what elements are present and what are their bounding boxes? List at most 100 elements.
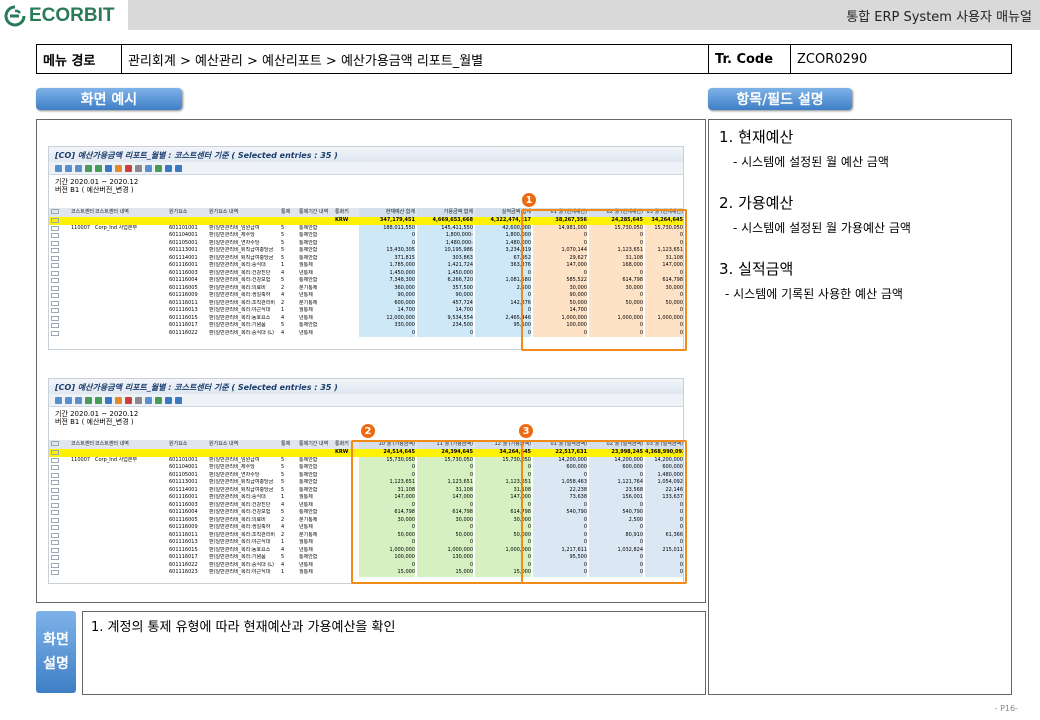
grid-cell[interactable]: 통제기간 내역 [299, 208, 335, 217]
grid-cell[interactable]: 원가요소 내역 [209, 208, 281, 217]
toolbar-icon[interactable] [55, 164, 62, 172]
row-selector[interactable] [51, 480, 59, 485]
grid-cell: 601116009 [169, 292, 198, 298]
grid-cell: 판)일반관리비_복리:야근식대 [209, 539, 271, 545]
period-line: 기간 2020.01 ~ 2020.12 [55, 410, 139, 418]
print-icon[interactable] [135, 396, 142, 404]
row-selector[interactable] [51, 570, 59, 575]
grid-cell: 판)일반관리비_복리:중식대 [209, 494, 266, 500]
grid-cell[interactable]: 현재예산 합계 [359, 208, 415, 217]
layout-icon[interactable] [165, 396, 172, 404]
row-selector[interactable] [51, 285, 59, 291]
row-selector[interactable] [51, 510, 59, 515]
info-icon[interactable] [175, 164, 182, 172]
row-selector[interactable] [51, 525, 59, 530]
sort-icon[interactable] [85, 164, 92, 172]
row-selector[interactable] [51, 293, 59, 298]
toolbar-icon[interactable] [55, 396, 62, 404]
row-selector[interactable] [51, 255, 59, 261]
grid-cell[interactable]: 통제 [281, 440, 297, 449]
row-selector[interactable] [51, 562, 59, 568]
sort-icon[interactable] [95, 164, 102, 172]
filter-icon[interactable] [105, 396, 112, 404]
toolbar-icon[interactable] [75, 396, 82, 404]
subtotal-icon[interactable] [125, 164, 132, 172]
grid-cell: 12,000,000 [359, 314, 415, 322]
toolbar-icon[interactable] [65, 396, 72, 404]
row-selector[interactable] [51, 540, 59, 545]
row-selector[interactable] [51, 225, 59, 231]
grid-cell: 판)일반관리비_복리:건강진단 [209, 269, 271, 276]
grid-cell: 2 [281, 516, 285, 523]
grid-cell: 0 [417, 329, 473, 337]
row-selector[interactable] [51, 441, 59, 446]
subtotal-icon[interactable] [125, 396, 132, 404]
row-selector[interactable] [51, 450, 59, 455]
grid-cell: 판)일반관리비_복리:생일축하 [209, 524, 271, 530]
row-selector[interactable] [51, 517, 59, 523]
grid-cell[interactable]: 통화키 [335, 208, 357, 217]
grid-cell[interactable]: 코스트센터 [71, 208, 95, 217]
row-selector[interactable] [51, 248, 59, 253]
toolbar-icon[interactable] [65, 164, 72, 172]
grid-cell: 판)일반관리비_복리:동호요소 [209, 314, 271, 321]
row-selector[interactable] [51, 555, 59, 560]
view-icon[interactable] [145, 164, 152, 172]
grid-cell: 4 [281, 292, 285, 298]
grid-cell: 통제안함 [299, 239, 318, 246]
row-selector[interactable] [51, 465, 59, 470]
row-selector[interactable] [51, 270, 59, 276]
grid-cell[interactable]: 가용금액 합계 [417, 208, 473, 217]
export-icon[interactable] [155, 164, 162, 172]
row-selector[interactable] [51, 532, 59, 538]
row-selector[interactable] [51, 495, 59, 500]
row-selector[interactable] [51, 330, 59, 336]
grid-cell: 판)일반관리비_퇴직급여충당금 [209, 247, 274, 253]
grid-cell: 1,785,000 [359, 262, 415, 270]
sort-icon[interactable] [95, 396, 102, 404]
grid-cell[interactable]: 원가요소 내역 [209, 440, 281, 449]
row-selector[interactable] [51, 308, 59, 313]
grid-cell: 통제안함 [299, 479, 318, 485]
row-selector[interactable] [51, 472, 59, 478]
row-selector[interactable] [51, 263, 59, 268]
grid-cell[interactable]: 원가요소 [169, 208, 209, 217]
grid-cell[interactable]: 코스트센터 내역 [95, 440, 167, 449]
filter-icon[interactable] [105, 164, 112, 172]
toolbar-icon[interactable] [75, 164, 82, 172]
grid-cell: 년통제 [299, 292, 313, 298]
row-selector[interactable] [51, 547, 59, 553]
row-selector[interactable] [51, 487, 59, 493]
grid-cell: 9,534,554 [417, 314, 473, 322]
layout-icon[interactable] [165, 164, 172, 172]
row-selector[interactable] [51, 278, 59, 283]
grid-cell: 601116022 [169, 561, 198, 568]
sort-icon[interactable] [85, 396, 92, 404]
row-selector[interactable] [51, 502, 59, 508]
row-selector[interactable] [51, 240, 59, 246]
sum-icon[interactable] [115, 164, 122, 172]
row-selector[interactable] [51, 233, 59, 238]
info-icon[interactable] [175, 396, 182, 404]
row-selector[interactable] [51, 218, 59, 223]
grid-cell[interactable]: 코스트센터 내역 [95, 208, 167, 217]
grid-cell: 1 [281, 539, 285, 545]
grid-cell[interactable]: 원가요소 [169, 440, 209, 449]
export-icon[interactable] [155, 396, 162, 404]
row-selector[interactable] [51, 209, 59, 214]
sum-icon[interactable] [115, 396, 122, 404]
grid-cell: 1,450,000 [417, 269, 473, 277]
grid-cell: 4 [281, 524, 285, 530]
row-selector[interactable] [51, 315, 59, 321]
row-selector[interactable] [51, 323, 59, 328]
grid-cell[interactable]: 통제기간 내역 [299, 440, 335, 449]
grid-cell[interactable]: 통제 [281, 208, 297, 217]
view-icon[interactable] [145, 396, 152, 404]
row-selector[interactable] [51, 300, 59, 306]
row-selector[interactable] [51, 457, 59, 463]
print-icon[interactable] [135, 164, 142, 172]
period-line: 기간 2020.01 ~ 2020.12 [55, 178, 139, 186]
grid-cell: 5 [281, 509, 285, 515]
grid-cell: 14,700 [359, 307, 415, 315]
grid-cell[interactable]: 코스트센터 [71, 440, 95, 449]
